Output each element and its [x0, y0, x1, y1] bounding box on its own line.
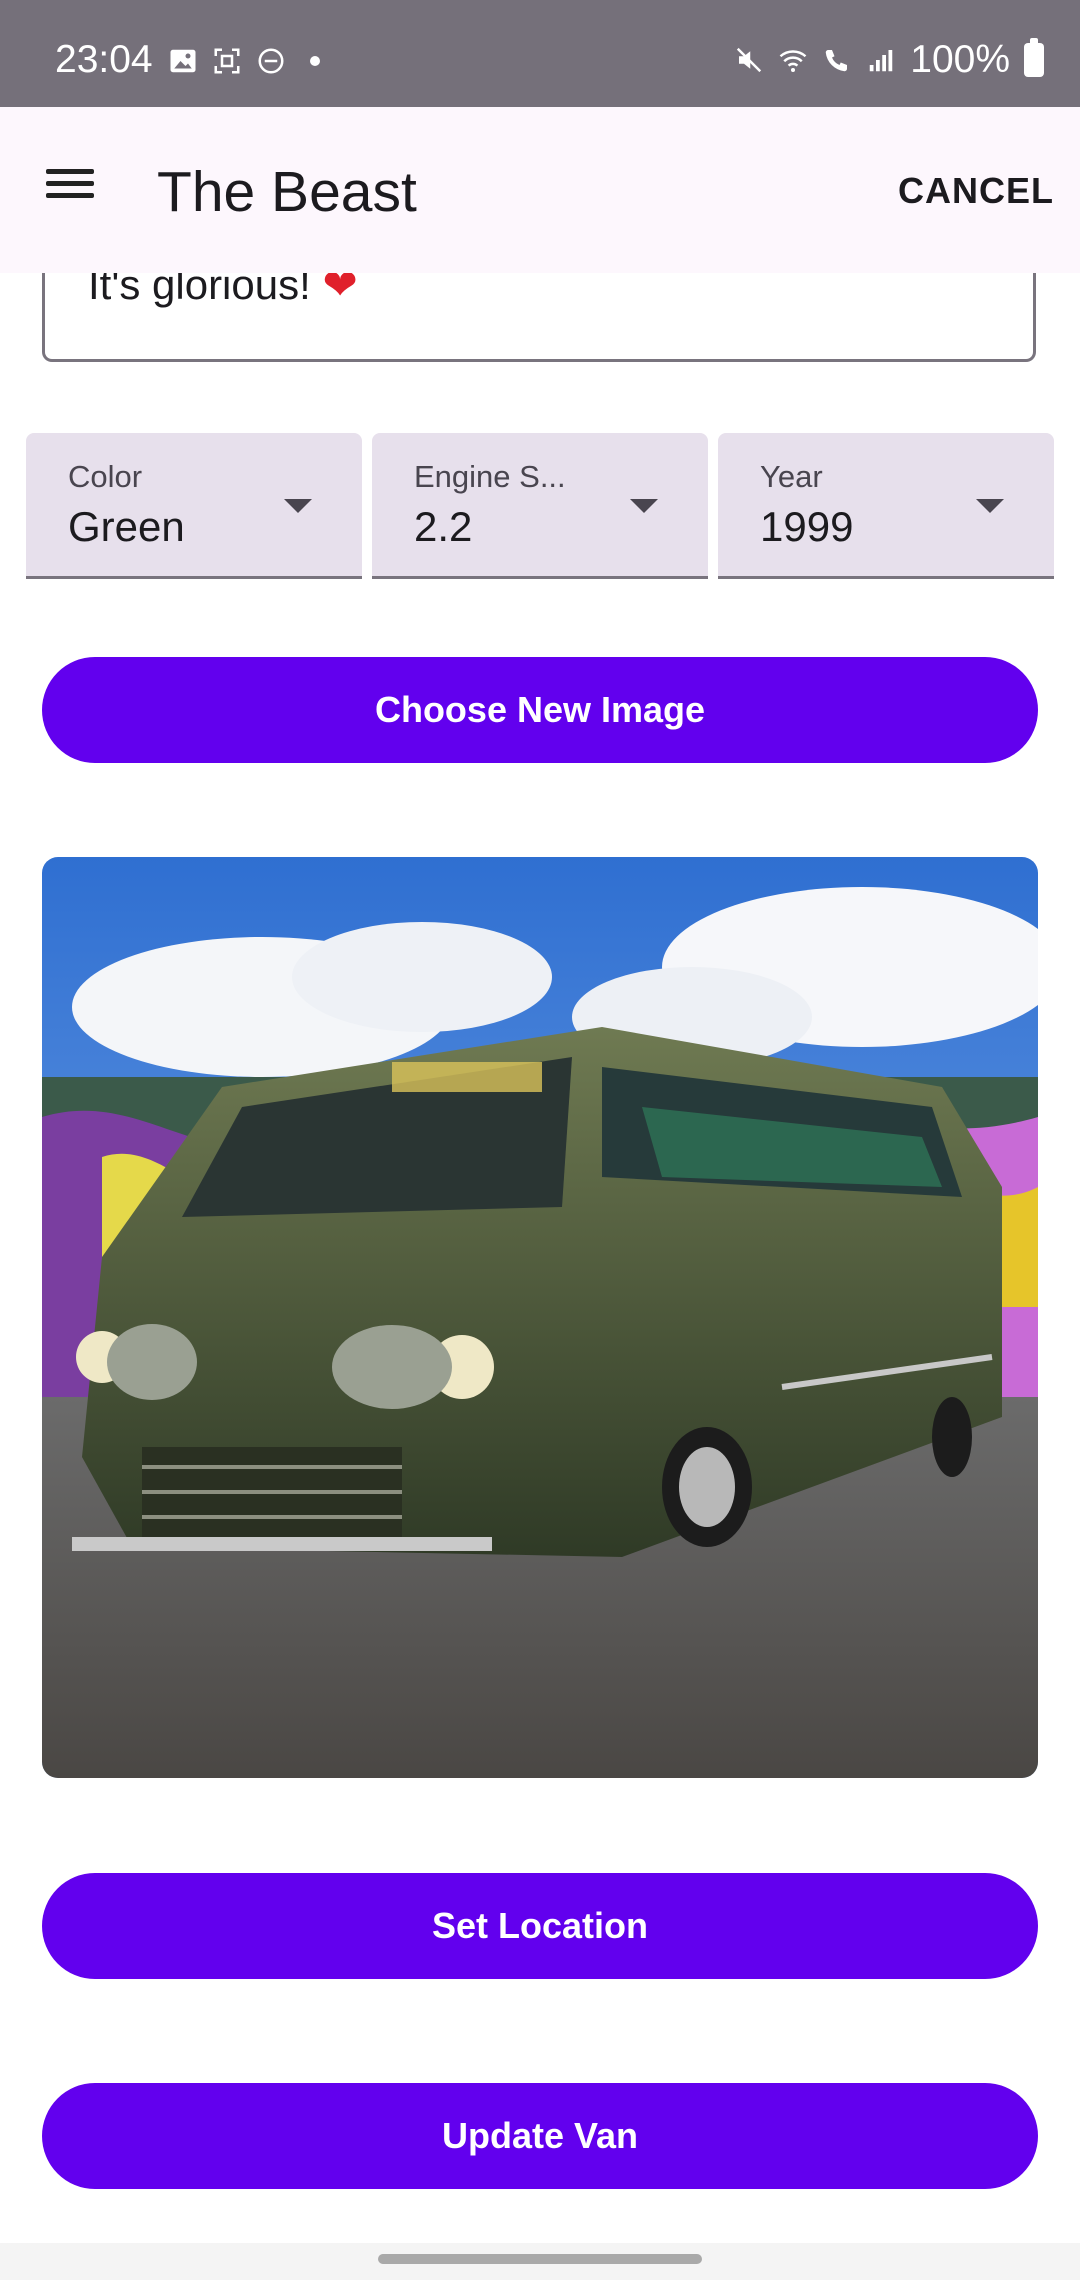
wifi-call-icon [826, 50, 848, 72]
dropdown-label: Engine S... [414, 459, 566, 494]
chevron-down-icon [284, 499, 312, 513]
dropdown-label: Color [68, 459, 143, 494]
status-time: 23:04 [55, 38, 153, 81]
cancel-button[interactable]: CANCEL [892, 169, 1060, 213]
status-icons-left [168, 46, 330, 76]
dropdown-label: Year [760, 459, 823, 494]
chevron-down-icon [976, 499, 1004, 513]
dropdown-value: 1999 [760, 503, 854, 550]
van-illustration [42, 857, 1038, 1778]
mute-icon [737, 47, 762, 73]
update-van-button[interactable]: Update Van [42, 2083, 1038, 2189]
set-location-button[interactable]: Set Location [42, 1873, 1038, 1979]
menu-icon[interactable] [40, 162, 100, 212]
screenshot-icon [214, 48, 240, 74]
chevron-down-icon [630, 499, 658, 513]
dot-icon [310, 56, 320, 66]
choose-new-image-button[interactable]: Choose New Image [42, 657, 1038, 763]
dropdown-value: 2.2 [414, 503, 473, 550]
battery-icon [1024, 38, 1044, 77]
color-dropdown[interactable]: Color Green [26, 433, 362, 579]
year-dropdown[interactable]: Year 1999 [718, 433, 1054, 579]
image-icon [170, 49, 196, 73]
battery-percent: 100% [910, 38, 1010, 81]
app-bar: The Beast CANCEL [0, 107, 1080, 273]
status-bar: 23:04 100% [0, 0, 1080, 107]
status-icons-right: 100% [734, 38, 1044, 82]
dnd-icon [258, 48, 284, 74]
page-title: The Beast [157, 160, 417, 224]
signal-icon [870, 50, 893, 72]
wifi-icon [779, 50, 807, 72]
van-image [42, 857, 1038, 1778]
dropdown-value: Green [68, 503, 185, 550]
gesture-handle[interactable] [378, 2254, 702, 2264]
engine-size-dropdown[interactable]: Engine S... 2.2 [372, 433, 708, 579]
